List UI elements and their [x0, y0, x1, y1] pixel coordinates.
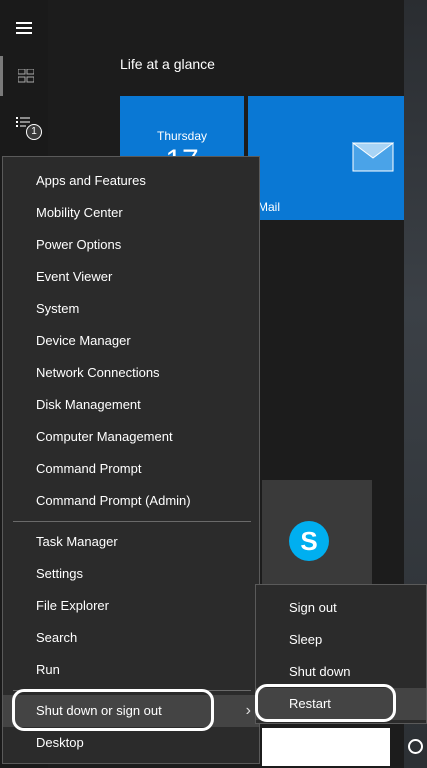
menu-item-desktop[interactable]: Desktop	[3, 727, 259, 759]
menu-item-settings[interactable]: Settings	[3, 558, 259, 590]
menu-item-file-explorer[interactable]: File Explorer	[3, 590, 259, 622]
menu-item-mobility-center[interactable]: Mobility Center	[3, 197, 259, 229]
svg-text:S: S	[300, 526, 317, 556]
calendar-day: Thursday	[156, 129, 208, 143]
hamburger-icon[interactable]	[0, 8, 48, 48]
cortana-circle-icon[interactable]	[408, 739, 423, 754]
menu-item-command-prompt-admin[interactable]: Command Prompt (Admin)	[3, 485, 259, 517]
menu-item-search[interactable]: Search	[3, 622, 259, 654]
chevron-right-icon: ›	[245, 702, 251, 719]
menu-item-event-viewer[interactable]: Event Viewer	[3, 261, 259, 293]
tile-group-title: Life at a glance	[120, 56, 215, 72]
highlight-outline-restart	[255, 684, 396, 722]
menu-item-network-connections[interactable]: Network Connections	[3, 357, 259, 389]
all-apps-list-icon[interactable]: 1	[0, 104, 48, 144]
menu-item-system[interactable]: System	[3, 293, 259, 325]
mail-envelope-icon	[352, 142, 394, 172]
skype-tile[interactable]: S	[262, 480, 372, 590]
menu-item-task-manager[interactable]: Task Manager	[3, 526, 259, 558]
menu-separator	[13, 521, 251, 522]
notification-badge: 1	[26, 124, 42, 140]
mail-tile-label: Mail	[258, 200, 281, 214]
menu-item-power-options[interactable]: Power Options	[3, 229, 259, 261]
menu-item-apps-and-features[interactable]: Apps and Features	[3, 165, 259, 197]
highlight-outline-shut-down	[12, 689, 214, 731]
winx-context-menu: Apps and Features Mobility Center Power …	[2, 156, 260, 764]
menu-item-disk-management[interactable]: Disk Management	[3, 389, 259, 421]
skype-icon: S	[289, 521, 329, 561]
menu-item-computer-management[interactable]: Computer Management	[3, 421, 259, 453]
tiles-icon[interactable]	[0, 56, 48, 96]
menu-item-device-manager[interactable]: Device Manager	[3, 325, 259, 357]
mail-tile[interactable]: Mail	[248, 96, 404, 220]
taskbar-search-box[interactable]	[262, 728, 390, 766]
menu-item-run[interactable]: Run	[3, 654, 259, 686]
submenu-item-sleep[interactable]: Sleep	[256, 624, 426, 656]
submenu-item-sign-out[interactable]: Sign out	[256, 592, 426, 624]
menu-item-command-prompt[interactable]: Command Prompt	[3, 453, 259, 485]
